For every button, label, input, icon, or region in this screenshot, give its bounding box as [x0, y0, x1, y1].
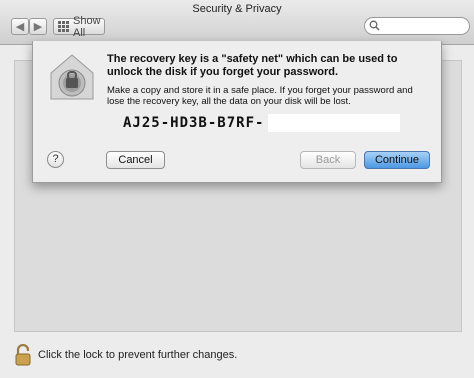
sheet-headline: The recovery key is a "safety net" which…: [107, 53, 398, 78]
recovery-key-sheet: The recovery key is a "safety net" which…: [32, 41, 442, 183]
back-button[interactable]: Back: [300, 151, 356, 169]
recovery-key-redaction: [268, 114, 401, 132]
sheet-body-text: Make a copy and store it in a safe place…: [107, 85, 413, 107]
show-all-label: Show All: [73, 14, 101, 39]
grid-icon: [58, 21, 69, 32]
recovery-key-row: AJ25-HD3B-B7RF-: [123, 113, 401, 133]
back-nav-button[interactable]: ◀: [11, 18, 29, 35]
help-button[interactable]: ?: [47, 151, 64, 168]
forward-nav-button[interactable]: ▶: [29, 18, 47, 35]
lock-status-text: Click the lock to prevent further change…: [38, 349, 238, 361]
show-all-button[interactable]: Show All: [53, 15, 105, 39]
filevault-lock-icon: [50, 54, 94, 100]
open-padlock-icon[interactable]: [14, 344, 32, 366]
window-title: Security & Privacy: [192, 3, 282, 15]
continue-button[interactable]: Continue: [364, 151, 430, 169]
chevron-left-icon: ◀: [15, 21, 25, 33]
cancel-button[interactable]: Cancel: [106, 151, 165, 169]
title-bar: Security & Privacy ◀ ▶ Show All: [0, 0, 474, 45]
chevron-right-icon: ▶: [33, 21, 43, 33]
help-label: ?: [52, 153, 59, 165]
recovery-key-text: AJ25-HD3B-B7RF-: [123, 115, 265, 131]
preferences-window: Security & Privacy ◀ ▶ Show All The reco…: [0, 0, 474, 378]
search-icon: [369, 20, 380, 31]
search-field[interactable]: [364, 17, 470, 35]
